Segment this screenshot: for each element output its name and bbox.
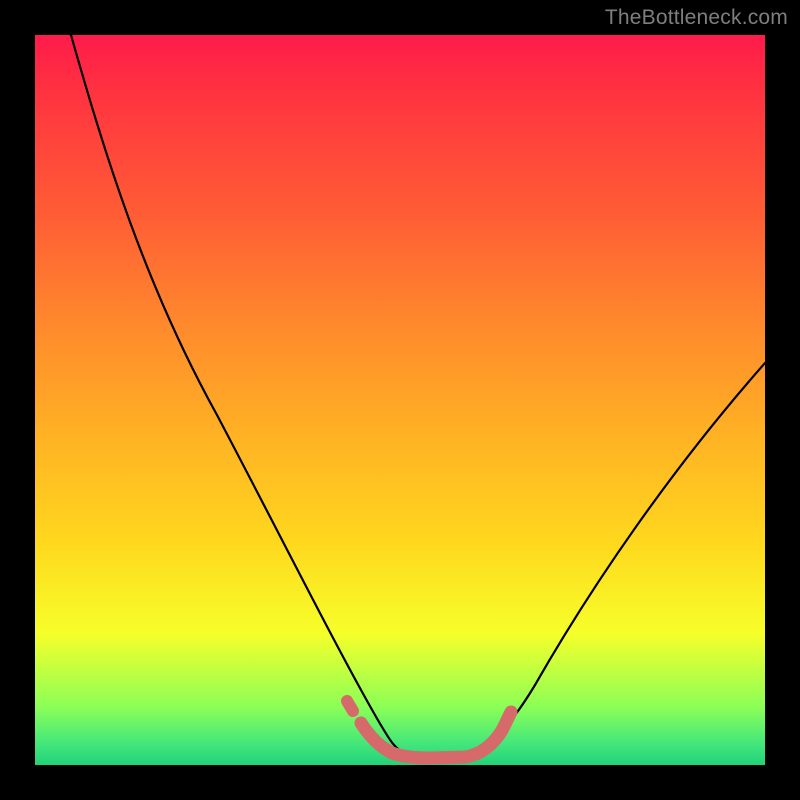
optimal-highlight xyxy=(361,712,511,758)
watermark-text: TheBottleneck.com xyxy=(605,6,788,30)
bottleneck-curve xyxy=(71,35,765,755)
plot-area xyxy=(35,35,765,765)
curve-layer xyxy=(35,35,765,765)
optimal-highlight-dot xyxy=(347,701,353,711)
chart-frame: TheBottleneck.com xyxy=(0,0,800,800)
